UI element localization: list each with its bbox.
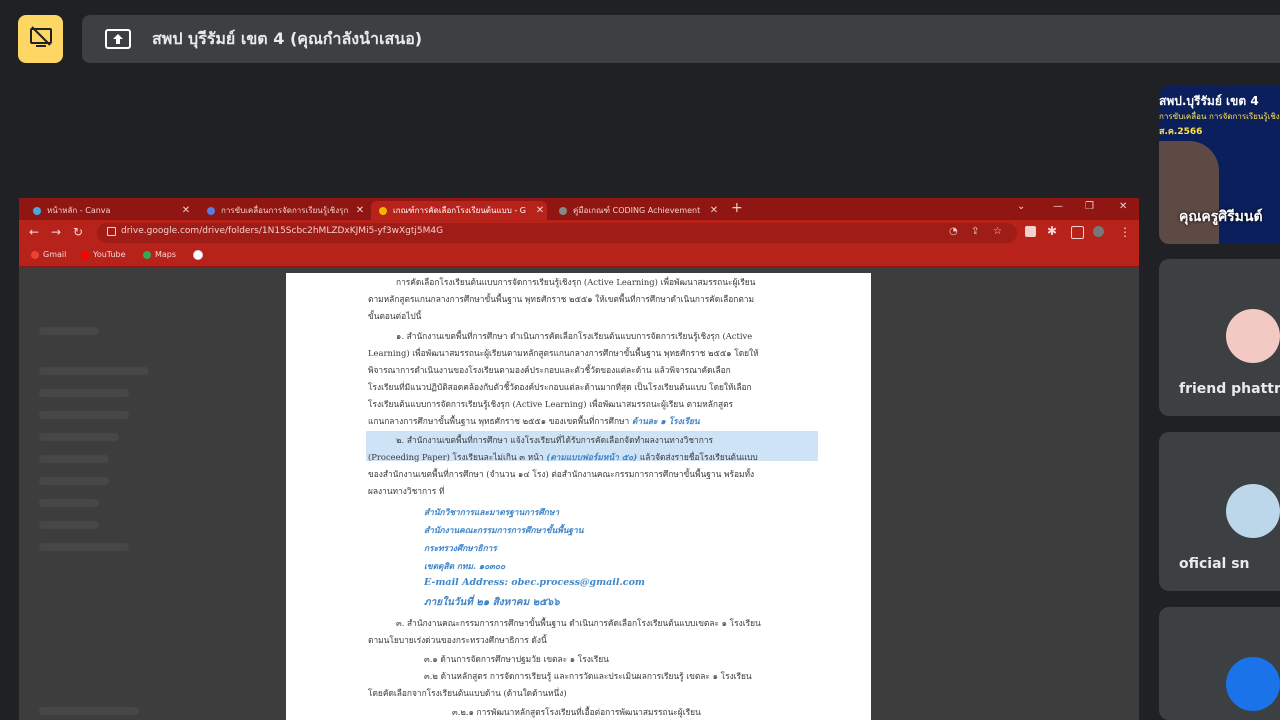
drive-nav-item (39, 455, 109, 463)
close-icon[interactable]: ✕ (707, 205, 721, 216)
close-icon[interactable]: ✕ (179, 205, 193, 216)
drive-nav-item (39, 433, 119, 441)
address-line: สำนักงานคณะกรรมการการศึกษาขั้นพื้นฐาน (424, 525, 584, 535)
drive-nav-item (39, 477, 109, 485)
doc-line: พิจารณาการดำเนินงานของโรงเรียนตามองค์ประ… (368, 365, 731, 375)
maps-icon (143, 250, 151, 259)
bookmark-google[interactable] (193, 250, 207, 260)
avatar (1226, 657, 1280, 711)
extension-icon[interactable] (1025, 226, 1036, 237)
chevron-down-icon[interactable]: ⌄ (1017, 201, 1025, 212)
canva-icon (33, 206, 41, 215)
browser-tab-strip: หน้าหลัก - Canva ✕ การขับเคลื่อนการจัดกา… (19, 198, 1139, 220)
participant-name: คุณครูศิรีมนต์ (1179, 209, 1263, 225)
doc-line: ตามหลักสูตรแกนกลางการศึกษาขั้นพื้นฐาน พุ… (368, 294, 754, 304)
new-tab-button[interactable]: + (731, 200, 743, 216)
address-line: สำนักวิชาการและมาตรฐานการศึกษา (424, 507, 560, 517)
star-icon[interactable]: ☆ (993, 226, 1002, 237)
participant-tile[interactable]: oficial sn (1159, 432, 1280, 591)
doc-line: ๓.๒ ด้านหลักสูตร การจัดการเรียนรู้ และกา… (424, 671, 752, 681)
share-icon[interactable]: ⇪ (971, 226, 979, 237)
doc-line: โรงเรียนที่มีแนวปฏิบัติสอดคล้องกับตัวชี้… (368, 382, 752, 392)
maximize-icon[interactable]: ❐ (1085, 201, 1094, 212)
browser-tab[interactable]: คู่มือเกณฑ์ CODING Achievement ✕ (551, 201, 721, 220)
doc-line: ๓.๑ ด้านการจัดการศึกษาปฐมวัย เขตละ ๑ โรง… (424, 654, 609, 664)
doc-line: Learning) เพื่อพัฒนาสมรรถนะผู้เรียนตามหล… (368, 348, 759, 358)
presentation-title: สพป บุรีรัมย์ เขต 4 (คุณกำลังนำเสนอ) (152, 28, 423, 48)
drive-nav-item (39, 367, 149, 375)
doc-line: โรงเรียนต้นแบบการจัดการเรียนรู้เชิงรุก (… (368, 399, 734, 409)
close-icon[interactable]: ✕ (533, 205, 547, 216)
participant-tile[interactable]: friend phattr (1159, 259, 1280, 416)
doc-line: ๓. สำนักงานคณะกรรมการการศึกษาขั้นพื้นฐาน… (396, 618, 761, 628)
bookmark-gmail[interactable]: Gmail (31, 250, 66, 259)
back-icon[interactable]: ← (29, 225, 39, 239)
present-to-all-icon (104, 28, 132, 50)
avatar (1226, 309, 1280, 363)
document-preview: การคัดเลือกโรงเรียนต้นแบบการจัดการเรียนร… (286, 273, 871, 720)
screen-share-off-icon (29, 26, 53, 52)
site-icon (559, 206, 567, 215)
drive-nav-item (39, 499, 99, 507)
google-icon (193, 250, 203, 260)
drive-nav-item (39, 327, 99, 335)
youtube-icon (81, 250, 89, 259)
email-address[interactable]: E-mail Address: obec.process@gmail.com (424, 577, 645, 588)
doc-line: ของสำนักงานเขตพื้นที่การศึกษา (จำนวน ๑๔ … (368, 469, 755, 479)
drive-nav-item (39, 521, 99, 529)
forward-icon[interactable]: → (51, 225, 61, 239)
doc-line: ๓.๒.๑ การพัฒนาหลักสูตรโรงเรียนที่เอื้อต่… (452, 707, 701, 717)
stop-presenting-button[interactable] (18, 15, 63, 63)
doc-line: ตามนโยบายเร่งด่วนของกระทรวงศึกษาธิการ ดั… (368, 635, 547, 645)
drive-nav-item (39, 389, 129, 397)
doc-line: ๒. สำนักงานเขตพื้นที่การศึกษา แจ้งโรงเรี… (396, 435, 713, 445)
bookmark-youtube[interactable]: YouTube (81, 250, 126, 259)
doc-line: การคัดเลือกโรงเรียนต้นแบบการจัดการเรียนร… (396, 277, 756, 287)
address-line: เขตดุสิต กทม. ๑๐๓๐๐ (424, 561, 506, 571)
doc-line: ๑. สำนักงานเขตพื้นที่การศึกษา ดำเนินการค… (396, 331, 753, 341)
close-icon[interactable]: ✕ (353, 205, 367, 216)
puzzle-icon[interactable]: ✱ (1047, 224, 1057, 238)
doc-line: โดยคัดเลือกจากโรงเรียนต้นแบบด้าน (ด้านใด… (368, 688, 567, 698)
address-line: กระทรวงศึกษาธิการ (424, 543, 497, 553)
doc-line: แกนกลางการศึกษาขั้นพื้นฐาน พุทธศักราช ๒๕… (368, 416, 700, 426)
participant-name: friend phattr (1179, 381, 1280, 397)
lock-icon (107, 227, 116, 236)
site-icon (207, 206, 215, 215)
gmail-icon (31, 250, 39, 259)
drive-nav-item (39, 411, 129, 419)
bookmark-maps[interactable]: Maps (143, 250, 176, 259)
sidebar-icon[interactable] (1071, 226, 1084, 239)
participant-tile-video[interactable]: สพป.บุรีรัมย์ เขต 4 การขับเคลื่อน การจัด… (1159, 86, 1280, 244)
browser-tab-active[interactable]: เกณฑ์การคัดเลือกโรงเรียนต้นแบบ - G ✕ (371, 201, 547, 220)
doc-line: ผลงานทางวิชาการ ที่ (368, 486, 445, 496)
avatar (1226, 484, 1280, 538)
menu-icon[interactable]: ⋮ (1119, 225, 1131, 239)
presentation-bar: สพป บุรีรัมย์ เขต 4 (คุณกำลังนำเสนอ) (82, 15, 1280, 63)
translate-icon[interactable]: ◔ (949, 226, 958, 237)
url-text: drive.google.com/drive/folders/1N15Scbc2… (121, 226, 444, 236)
participant-tile[interactable] (1159, 607, 1280, 720)
reload-icon[interactable]: ↻ (73, 225, 83, 239)
browser-tab[interactable]: หน้าหลัก - Canva ✕ (25, 201, 193, 220)
minimize-icon[interactable]: — (1053, 201, 1063, 212)
close-window-icon[interactable]: ✕ (1119, 201, 1127, 212)
participant-video-person (1159, 141, 1219, 244)
drive-nav-item (39, 707, 139, 715)
address-bar-row: ← → ↻ drive.google.com/drive/folders/1N1… (19, 220, 1139, 246)
deadline-line: ภายในวันที่ ๒๑ สิงหาคม ๒๕๖๖ (424, 597, 560, 608)
profile-avatar[interactable] (1093, 226, 1104, 237)
url-input[interactable]: drive.google.com/drive/folders/1N15Scbc2… (97, 223, 1017, 243)
bookmarks-bar: Gmail YouTube Maps (19, 246, 1139, 267)
google-drive-icon (379, 206, 387, 215)
doc-line: (Proceeding Paper) โรงเรียนละไม่เกิน ๓ ห… (368, 452, 758, 462)
doc-line: ขั้นตอนต่อไปนี้ (368, 311, 422, 321)
drive-nav-item (39, 543, 129, 551)
participant-name: oficial sn (1179, 556, 1250, 572)
browser-tab[interactable]: การขับเคลื่อนการจัดการเรียนรู้เชิงรุก ✕ (199, 201, 367, 220)
shared-screen: หน้าหลัก - Canva ✕ การขับเคลื่อนการจัดกา… (19, 198, 1139, 720)
